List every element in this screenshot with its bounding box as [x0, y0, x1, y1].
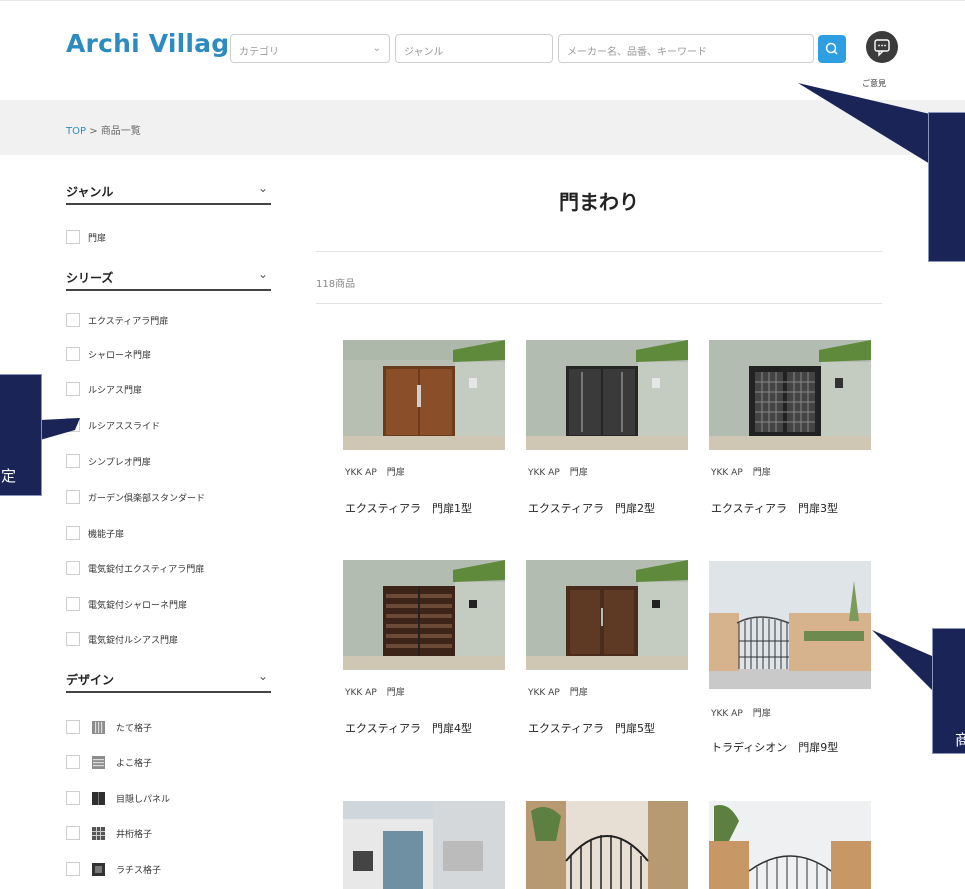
callout-left-text: 定 — [1, 467, 17, 485]
page: Archi Village カテゴリ ⌄ ジャンル メーカー名、品番、キーワード — [0, 0, 965, 889]
callout-pointers — [40, 83, 932, 690]
callout-right-text: 商 — [955, 731, 965, 749]
callout-box-bottom-right: 商 — [932, 628, 965, 754]
callout-box-left: 定 — [0, 374, 42, 496]
callout-box-top-right — [928, 112, 965, 262]
